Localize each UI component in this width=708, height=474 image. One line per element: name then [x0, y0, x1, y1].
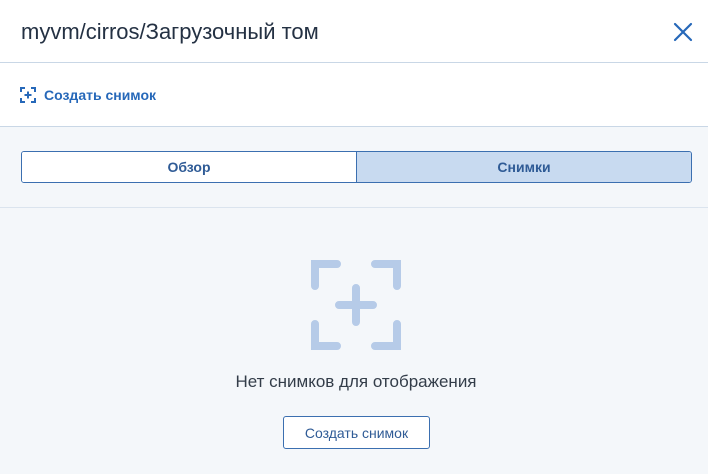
page-title: myvm/cirros/Загрузочный том [21, 19, 319, 44]
create-snapshot-toolbar-label: Создать снимок [44, 87, 157, 103]
tab-bar: Обзор Снимки [21, 151, 692, 183]
tabs-area: Обзор Снимки [0, 127, 708, 208]
empty-snapshot-icon [311, 260, 401, 350]
close-button[interactable] [670, 19, 696, 45]
create-snapshot-button[interactable]: Создать снимок [283, 416, 430, 449]
create-snapshot-toolbar-button[interactable]: Создать снимок [20, 86, 156, 104]
tab-snapshots[interactable]: Снимки [356, 152, 691, 182]
empty-state-message: Нет снимков для отображения [235, 372, 477, 391]
close-icon [673, 22, 693, 42]
tab-overview[interactable]: Обзор [22, 152, 356, 182]
dialog-header: myvm/cirros/Загрузочный том [0, 0, 708, 63]
snapshot-add-icon [20, 87, 36, 103]
empty-state: Нет снимков для отображения Создать сним… [0, 208, 708, 474]
toolbar: Создать снимок [0, 63, 708, 127]
